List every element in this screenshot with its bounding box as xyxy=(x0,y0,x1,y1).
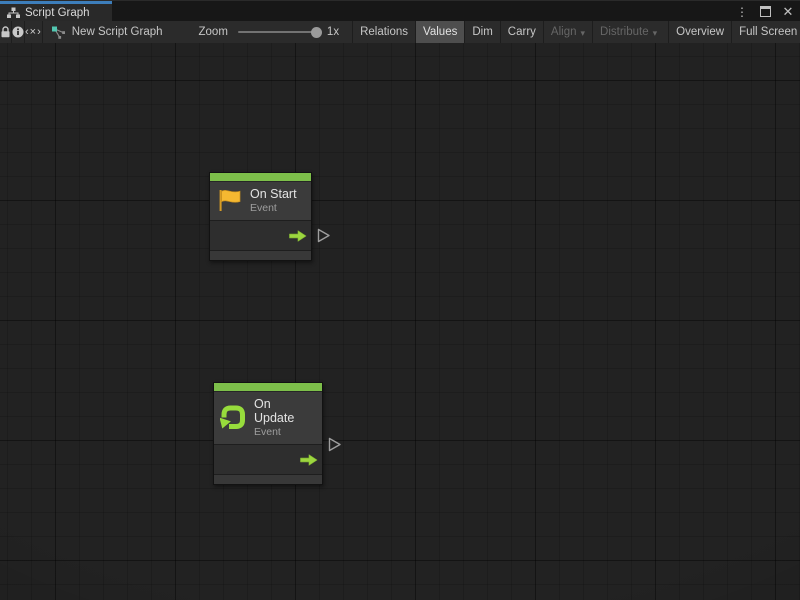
window-controls: ⋮ ✕ xyxy=(734,1,796,22)
maximize-button[interactable] xyxy=(757,4,773,20)
zoom-control: Zoom 1x xyxy=(199,21,340,43)
values-label: Values xyxy=(423,26,457,38)
tab-title: Script Graph xyxy=(25,7,90,19)
zoom-value: 1x xyxy=(327,26,339,38)
overview-label: Overview xyxy=(676,26,724,38)
window-menu-button[interactable]: ⋮ xyxy=(734,4,750,20)
zoom-slider-handle[interactable] xyxy=(311,27,322,38)
tab-script-graph[interactable]: Script Graph xyxy=(0,1,112,22)
fullscreen-label: Full Screen xyxy=(739,26,797,38)
graph-canvas[interactable]: On Start Event xyxy=(0,43,800,600)
carry-label: Carry xyxy=(508,26,536,38)
output-port-triangle[interactable] xyxy=(317,228,331,243)
tab-strip: Script Graph ⋮ ✕ xyxy=(0,0,800,22)
fullscreen-button[interactable]: Full Screen xyxy=(731,21,800,43)
zoom-label: Zoom xyxy=(199,26,228,38)
distribute-dropdown: Distribute ▾ xyxy=(592,21,664,43)
node-footer xyxy=(210,250,311,260)
control-output-arrow-icon[interactable] xyxy=(300,453,318,466)
node-accent-bar xyxy=(214,383,322,391)
zoom-slider[interactable] xyxy=(238,31,320,33)
node-subtitle: Event xyxy=(250,202,297,214)
control-output-arrow-icon[interactable] xyxy=(289,229,307,242)
chevron-down-icon: ▾ xyxy=(653,28,658,39)
lock-button[interactable] xyxy=(0,21,12,43)
chevron-down-icon: ▾ xyxy=(581,28,586,39)
overview-button[interactable]: Overview xyxy=(668,21,731,43)
inspect-button[interactable] xyxy=(12,21,25,43)
node-footer xyxy=(214,474,322,484)
maximize-icon xyxy=(760,6,771,17)
relations-toggle[interactable]: Relations xyxy=(352,21,415,43)
output-port-triangle[interactable] xyxy=(328,437,342,452)
close-button[interactable]: ✕ xyxy=(780,4,796,20)
node-header: On Update Event xyxy=(214,391,322,444)
code-preview-toggle[interactable]: ‹×› xyxy=(25,21,43,43)
relations-label: Relations xyxy=(360,26,408,38)
script-graph-window: Script Graph ⋮ ✕ xyxy=(0,0,800,600)
carry-toggle[interactable]: Carry xyxy=(500,21,543,43)
toolbar-toggle-group: Relations Values Dim Carry Align ▾ Distr… xyxy=(352,21,800,43)
dim-toggle[interactable]: Dim xyxy=(464,21,499,43)
node-title: On Start xyxy=(250,187,297,201)
node-accent-bar xyxy=(210,173,311,181)
script-graph-asset-icon xyxy=(51,26,66,39)
align-label: Align xyxy=(551,26,577,38)
node-port-row xyxy=(210,220,311,250)
values-toggle[interactable]: Values xyxy=(415,21,464,43)
align-dropdown: Align ▾ xyxy=(543,21,592,43)
node-port-row xyxy=(214,444,322,474)
flag-icon xyxy=(216,187,243,214)
graph-hierarchy-icon xyxy=(7,7,20,19)
graph-title: New Script Graph xyxy=(72,26,163,38)
info-icon xyxy=(12,26,24,38)
distribute-label: Distribute xyxy=(600,26,649,38)
node-header: On Start Event xyxy=(210,181,311,220)
node-title: On Update xyxy=(254,397,314,425)
loop-icon xyxy=(220,404,247,431)
dim-label: Dim xyxy=(472,26,492,38)
node-on-start[interactable]: On Start Event xyxy=(209,172,312,261)
graph-breadcrumb[interactable]: New Script Graph xyxy=(43,21,163,43)
code-toggle-icon: ‹×› xyxy=(25,26,42,38)
node-on-update[interactable]: On Update Event xyxy=(213,382,323,485)
lock-icon xyxy=(0,26,11,38)
node-subtitle: Event xyxy=(254,426,314,438)
graph-toolbar: ‹×› New Script Graph Zoom 1x Relati xyxy=(0,21,800,44)
